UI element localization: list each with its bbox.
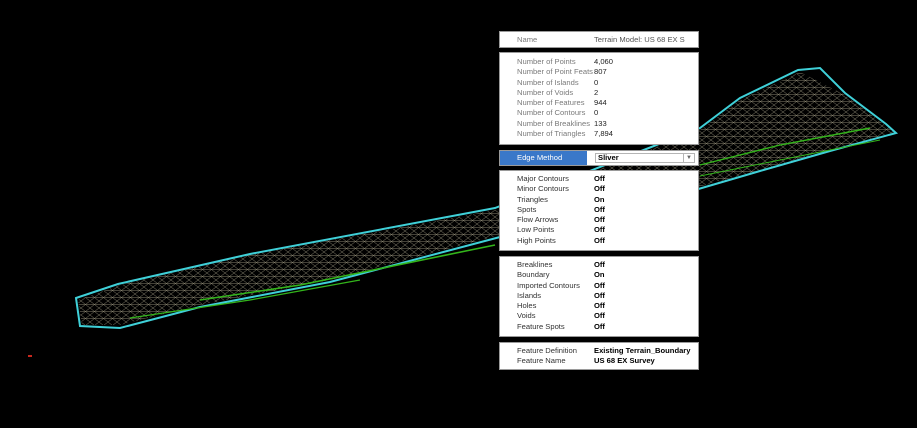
red-marker bbox=[28, 355, 32, 357]
stat-label: Number of Point Feats bbox=[517, 67, 593, 77]
display-value[interactable]: Off bbox=[594, 236, 605, 246]
feature-label: Boundary bbox=[517, 270, 550, 280]
feature-definition-group: Feature Definition Existing Terrain_Bound… bbox=[499, 342, 699, 370]
feature-value[interactable]: Off bbox=[594, 322, 605, 332]
stat-value: 807 bbox=[594, 67, 607, 77]
display-group: Major Contours Off Minor Contours Off Tria… bbox=[499, 170, 699, 251]
features-group: Breaklines Off Boundary On Imported Contou… bbox=[499, 256, 699, 337]
display-value[interactable]: Off bbox=[594, 215, 605, 225]
feature-label: Imported Contours bbox=[517, 280, 580, 290]
feature-definition-label: Feature Definition bbox=[517, 346, 577, 355]
stats-group: Number of Points 4,060 Number of Point Fe… bbox=[499, 52, 699, 145]
stat-label: Number of Features bbox=[517, 98, 585, 108]
name-value[interactable]: Terrain Model: US 68 EX S bbox=[594, 32, 685, 47]
display-value[interactable]: Off bbox=[594, 205, 605, 215]
feature-name-value[interactable]: US 68 EX Survey bbox=[594, 356, 655, 366]
edge-method-label: Edge Method bbox=[500, 151, 587, 165]
feature-value[interactable]: Off bbox=[594, 281, 605, 291]
display-label: Minor Contours bbox=[517, 184, 569, 194]
display-label: Spots bbox=[517, 204, 537, 214]
stat-label: Number of Contours bbox=[517, 108, 586, 118]
feature-label: Feature Spots bbox=[517, 321, 565, 331]
edge-method-group: Edge Method Sliver ▼ bbox=[499, 150, 699, 166]
stat-value: 944 bbox=[594, 98, 607, 108]
display-label: Flow Arrows bbox=[517, 215, 559, 225]
display-label: Low Points bbox=[517, 225, 555, 235]
feature-name-label: Feature Name bbox=[517, 356, 566, 366]
name-group: Name Terrain Model: US 68 EX S bbox=[499, 31, 699, 48]
display-label: Triangles bbox=[517, 194, 548, 204]
stat-label: Number of Breaklines bbox=[517, 118, 591, 128]
chevron-down-icon[interactable]: ▼ bbox=[683, 154, 694, 162]
display-label: Major Contours bbox=[517, 174, 569, 183]
feature-label: Voids bbox=[517, 311, 536, 321]
terrain-view[interactable] bbox=[0, 0, 917, 428]
stat-value: 0 bbox=[594, 77, 599, 87]
name-label: Name bbox=[517, 35, 538, 44]
stat-value: 2 bbox=[594, 87, 599, 97]
display-value[interactable]: Off bbox=[594, 225, 605, 235]
display-value[interactable]: On bbox=[594, 195, 605, 205]
display-value[interactable]: Off bbox=[594, 174, 605, 184]
stat-value: 0 bbox=[594, 108, 599, 118]
display-label: High Points bbox=[517, 235, 556, 245]
feature-definition-value[interactable]: Existing Terrain_Boundary bbox=[594, 346, 691, 356]
feature-label: Islands bbox=[517, 290, 542, 300]
stat-value: 4,060 bbox=[594, 57, 614, 66]
feature-label: Holes bbox=[517, 301, 537, 311]
display-value[interactable]: Off bbox=[594, 184, 605, 194]
feature-label: Breaklines bbox=[517, 260, 553, 269]
feature-value[interactable]: On bbox=[594, 270, 605, 280]
feature-value[interactable]: Off bbox=[594, 301, 605, 311]
feature-value[interactable]: Off bbox=[594, 260, 605, 270]
stat-label: Number of Voids bbox=[517, 87, 574, 97]
stat-label: Number of Points bbox=[517, 57, 576, 66]
edge-method-select[interactable]: Sliver ▼ bbox=[595, 153, 695, 163]
stat-value: 133 bbox=[594, 118, 607, 128]
feature-value[interactable]: Off bbox=[594, 291, 605, 301]
stat-label: Number of Triangles bbox=[517, 129, 586, 139]
edge-method-value: Sliver bbox=[598, 153, 619, 162]
stat-label: Number of Islands bbox=[517, 77, 579, 87]
stat-value: 7,894 bbox=[594, 129, 614, 139]
feature-value[interactable]: Off bbox=[594, 311, 605, 321]
